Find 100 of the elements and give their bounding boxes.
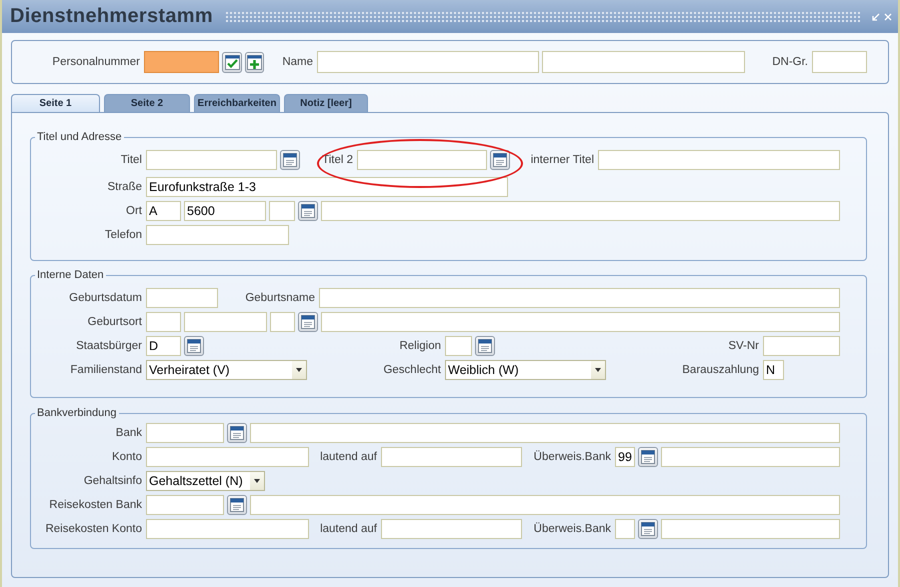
field-label: Reisekosten Bank <box>49 499 142 511</box>
input-field[interactable] <box>184 312 267 332</box>
calendar-icon <box>493 153 507 167</box>
input-field[interactable] <box>250 495 840 515</box>
calendar-icon <box>478 339 492 353</box>
input-field[interactable] <box>763 336 840 356</box>
field-label: Geburtsname <box>245 292 315 304</box>
input-field[interactable] <box>317 51 539 73</box>
field-label: Titel 2 <box>322 154 353 166</box>
input-field[interactable] <box>144 51 219 73</box>
close-icon <box>884 12 892 20</box>
input-field[interactable] <box>321 201 840 221</box>
restore-button[interactable] <box>870 12 882 20</box>
field-label: Titel <box>120 154 142 166</box>
field-label: Geburtsdatum <box>69 292 142 304</box>
input-field[interactable]: A <box>146 201 181 221</box>
lookup-button[interactable] <box>227 495 247 515</box>
calendar-icon <box>187 339 201 353</box>
lookup-button[interactable] <box>227 423 247 443</box>
section-title: Interne Daten <box>36 269 105 281</box>
checkmark-icon <box>224 54 240 70</box>
field-label: Geburtsort <box>88 316 142 328</box>
input-field[interactable]: N <box>763 360 784 380</box>
lookup-button[interactable] <box>298 201 318 221</box>
calendar-icon <box>230 498 244 512</box>
restore-icon <box>872 12 880 20</box>
input-field[interactable] <box>812 51 867 73</box>
tab[interactable]: Seite 2 <box>104 94 190 112</box>
input-field[interactable] <box>661 447 840 467</box>
input-field[interactable] <box>615 519 635 539</box>
section-title: Bankverbindung <box>36 407 118 419</box>
input-field[interactable] <box>598 150 840 170</box>
field-label: Konto <box>112 451 142 463</box>
input-field[interactable] <box>445 336 472 356</box>
lookup-button[interactable] <box>298 312 318 332</box>
calendar-icon <box>283 153 297 167</box>
dropdown-field[interactable]: Weiblich (W) <box>445 360 606 380</box>
input-field[interactable] <box>381 519 522 539</box>
window-title: Dienstnehmerstamm <box>10 5 213 28</box>
field-label: Familienstand <box>70 364 142 376</box>
input-field[interactable] <box>270 312 295 332</box>
input-field[interactable] <box>146 150 277 170</box>
field-label: Überweis.Bank <box>534 451 611 463</box>
caret-icon <box>254 479 260 483</box>
lookup-button[interactable] <box>184 336 204 356</box>
input-field[interactable] <box>146 225 289 245</box>
input-field[interactable] <box>269 201 295 221</box>
input-field[interactable] <box>146 288 218 308</box>
input-field[interactable]: 5600 <box>184 201 266 221</box>
calendar-icon <box>641 450 655 464</box>
field-label: lautend auf <box>320 523 377 535</box>
input-field[interactable] <box>250 423 840 443</box>
lookup-button[interactable] <box>490 150 510 170</box>
section-title: Titel und Adresse <box>36 131 123 143</box>
calendar-icon <box>641 522 655 536</box>
add-button[interactable] <box>245 52 264 72</box>
close-button[interactable] <box>882 12 894 20</box>
field-label: interner Titel <box>530 154 594 166</box>
dropdown-field[interactable]: Verheiratet (V) <box>146 360 307 380</box>
plus-icon <box>247 54 262 70</box>
input-field[interactable] <box>146 423 224 443</box>
input-field[interactable] <box>542 51 745 73</box>
field-label: Ort <box>126 205 142 217</box>
lookup-button[interactable] <box>475 336 495 356</box>
caret-icon <box>595 368 601 372</box>
field-label: Religion <box>399 340 441 352</box>
field-label: Telefon <box>104 229 142 241</box>
field-label: Barauszahlung <box>682 364 759 376</box>
lookup-button[interactable] <box>638 447 658 467</box>
input-field[interactable] <box>146 312 181 332</box>
lookup-button[interactable] <box>280 150 300 170</box>
lookup-button[interactable] <box>638 519 658 539</box>
field-label: Bank <box>116 427 142 439</box>
input-field[interactable] <box>319 288 840 308</box>
field-label: Personalnummer <box>52 56 140 68</box>
input-field[interactable]: 99 <box>615 447 635 467</box>
input-field[interactable] <box>321 312 840 332</box>
field-label: Name <box>282 56 313 68</box>
field-label: Staatsbürger <box>76 340 142 352</box>
input-field[interactable] <box>661 519 840 539</box>
field-label: SV-Nr <box>728 340 759 352</box>
calendar-icon <box>230 426 244 440</box>
input-field[interactable]: Eurofunkstraße 1-3 <box>146 177 508 197</box>
input-field[interactable] <box>381 447 522 467</box>
tab[interactable]: Erreichbarkeiten <box>194 94 280 112</box>
tab[interactable]: Seite 1 <box>11 94 100 112</box>
dropdown-field[interactable]: Gehaltszettel (N) <box>146 471 265 491</box>
input-field[interactable] <box>146 447 309 467</box>
input-field[interactable] <box>357 150 487 170</box>
field-label: Gehaltsinfo <box>84 475 142 487</box>
calendar-icon <box>301 204 315 218</box>
input-field[interactable]: D <box>146 336 181 356</box>
confirm-button[interactable] <box>222 52 242 72</box>
calendar-icon <box>301 315 315 329</box>
field-label: Geschlecht <box>383 364 441 376</box>
field-label: Reisekosten Konto <box>45 523 142 535</box>
input-field[interactable] <box>146 519 309 539</box>
tab[interactable]: Notiz [leer] <box>284 94 368 112</box>
field-label: Straße <box>107 181 142 193</box>
input-field[interactable] <box>146 495 224 515</box>
